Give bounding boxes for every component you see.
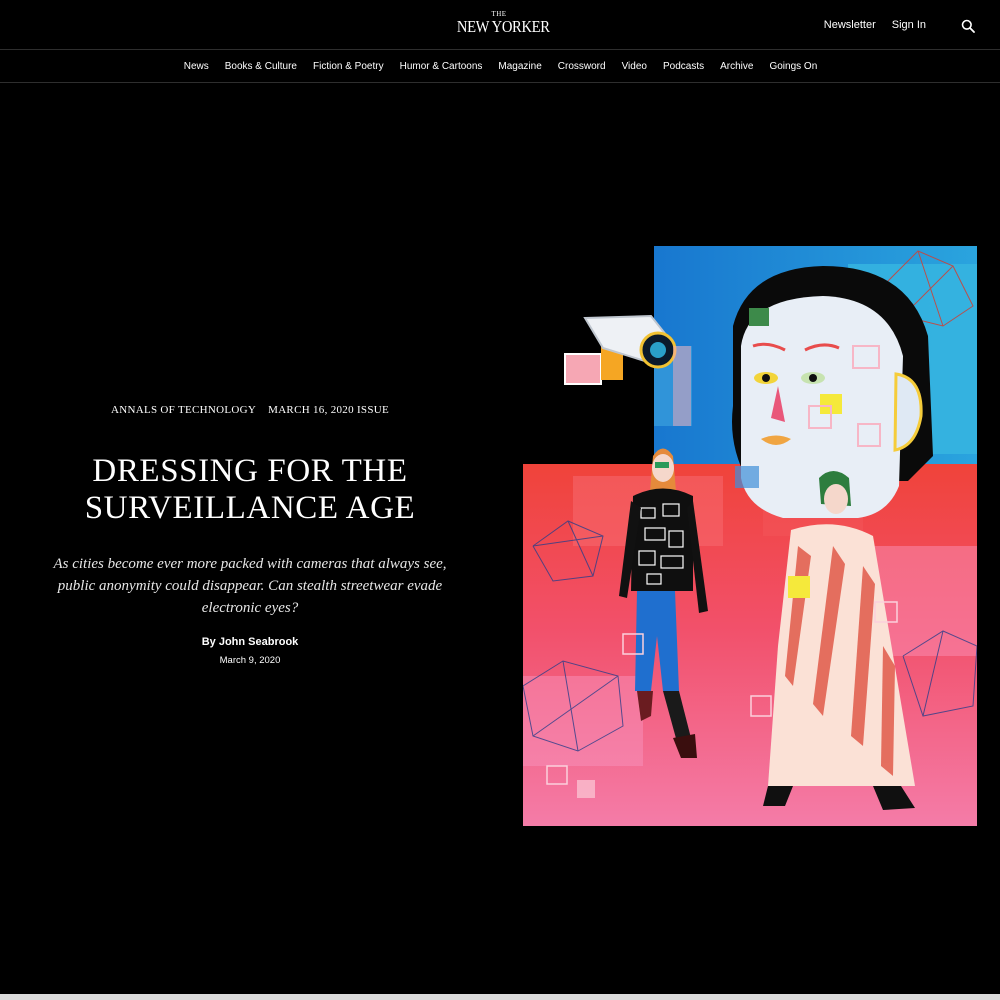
nav-item-archive[interactable]: Archive bbox=[720, 61, 753, 72]
nav-item-goings-on[interactable]: Goings On bbox=[769, 61, 817, 72]
rubric-link[interactable]: ANNALS OF TECHNOLOGY bbox=[111, 404, 256, 416]
section-nav: News Books & Culture Fiction & Poetry Hu… bbox=[0, 50, 1000, 83]
headline-line-1: DRESSING FOR THE bbox=[92, 453, 408, 489]
author-link[interactable]: By John Seabrook bbox=[202, 636, 299, 648]
new-yorker-logo[interactable]: THE NEW YORKER bbox=[450, 10, 550, 40]
article-headline: DRESSING FOR THE SURVEILLANCE AGE bbox=[50, 453, 450, 527]
nav-item-books-culture[interactable]: Books & Culture bbox=[225, 61, 297, 72]
issue-link[interactable]: MARCH 16, 2020 ISSUE bbox=[268, 404, 389, 416]
article-header: ANNALS OF TECHNOLOGY MARCH 16, 2020 ISSUE… bbox=[50, 404, 450, 666]
article-dek: As cities become ever more packed with c… bbox=[53, 556, 447, 616]
rubric-row: ANNALS OF TECHNOLOGY MARCH 16, 2020 ISSUE bbox=[50, 404, 450, 420]
lead-illustration-art bbox=[523, 246, 977, 826]
search-icon bbox=[961, 19, 975, 33]
nav-item-video[interactable]: Video bbox=[622, 61, 647, 72]
search-button[interactable] bbox=[961, 19, 975, 33]
sign-in-link[interactable]: Sign In bbox=[892, 19, 926, 31]
headline-line-2: SURVEILLANCE AGE bbox=[84, 490, 416, 526]
nav-item-crossword[interactable]: Crossword bbox=[558, 61, 606, 72]
nav-item-humor-cartoons[interactable]: Humor & Cartoons bbox=[400, 61, 483, 72]
page-bottom-rule bbox=[0, 994, 1000, 1000]
publish-date: March 9, 2020 bbox=[219, 655, 281, 666]
byline: By John Seabrook bbox=[50, 636, 450, 648]
nav-item-magazine[interactable]: Magazine bbox=[498, 61, 541, 72]
logo-wordmark: NEW YORKER bbox=[456, 17, 550, 36]
nav-item-fiction-poetry[interactable]: Fiction & Poetry bbox=[313, 61, 384, 72]
newsletter-link[interactable]: Newsletter bbox=[824, 19, 876, 31]
site-header: THE NEW YORKER Newsletter Sign In bbox=[0, 0, 1000, 50]
nav-item-podcasts[interactable]: Podcasts bbox=[663, 61, 704, 72]
lead-illustration bbox=[523, 246, 977, 826]
account-links: Newsletter Sign In bbox=[824, 19, 926, 31]
nav-item-news[interactable]: News bbox=[184, 61, 209, 72]
section-nav-list: News Books & Culture Fiction & Poetry Hu… bbox=[0, 50, 1000, 82]
